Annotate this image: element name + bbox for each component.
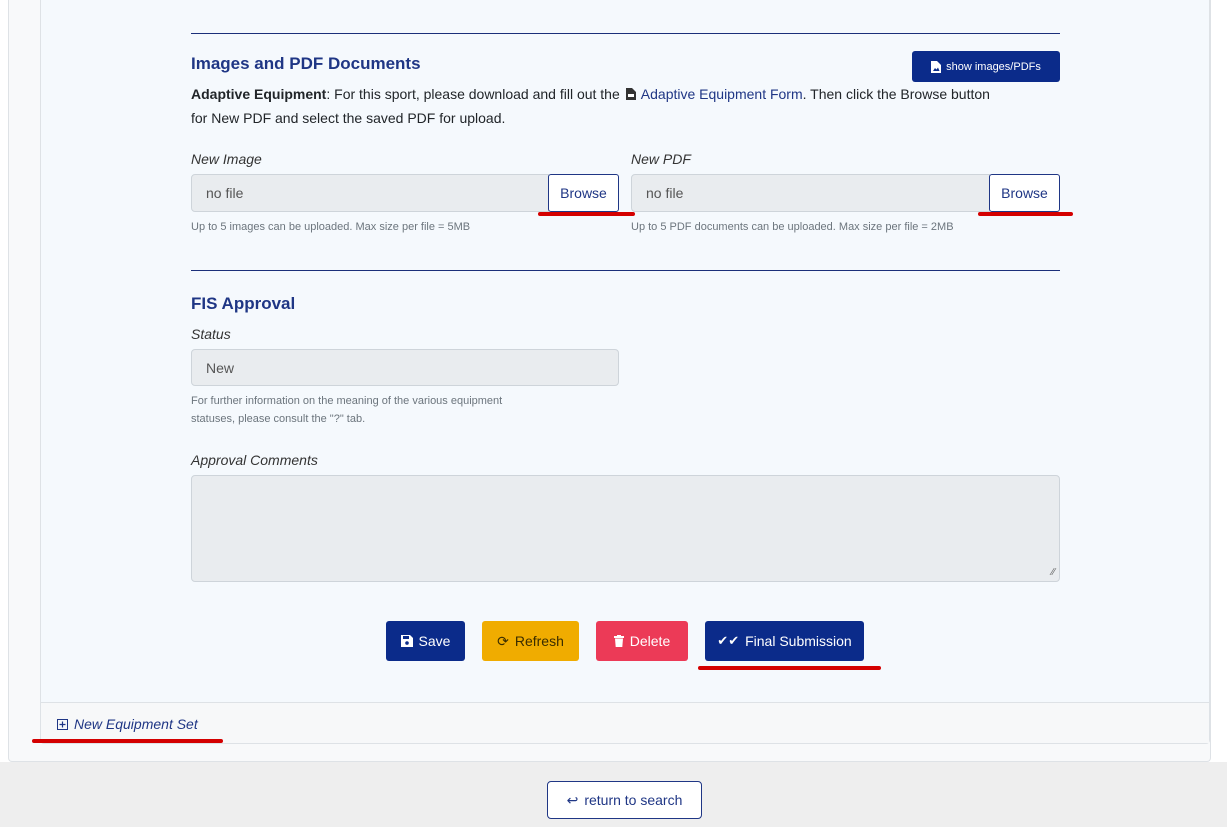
status-field: New	[191, 349, 619, 386]
images-section-title: Images and PDF Documents	[191, 54, 421, 73]
annotation-underline-final-submission	[698, 666, 881, 670]
card-footer	[41, 702, 1209, 743]
final-submission-label: Final Submission	[745, 633, 852, 649]
status-help-line-2: statuses, please consult the "?" tab.	[191, 413, 366, 425]
delete-button[interactable]: Delete	[596, 621, 688, 661]
approval-comments-label: Approval Comments	[191, 452, 318, 468]
new-pdf-browse-button[interactable]: Browse	[989, 174, 1060, 212]
trash-icon	[613, 635, 624, 647]
return-to-search-button[interactable]: ↩ return to search	[547, 781, 702, 819]
instructions-after-link: . Then click the Browse button	[802, 86, 990, 102]
new-image-value: no file	[206, 185, 244, 201]
double-check-icon: ✔✔	[717, 633, 740, 648]
refresh-icon: ⟳	[497, 632, 509, 649]
new-image-browse-button[interactable]: Browse	[548, 174, 619, 212]
pdf-file-icon	[625, 88, 636, 100]
refresh-button[interactable]: ⟳ Refresh	[482, 621, 579, 661]
instructions-line-2: for New PDF and select the saved PDF for…	[191, 110, 506, 126]
save-button[interactable]: Save	[386, 621, 465, 661]
floppy-disk-icon	[400, 635, 413, 647]
return-arrow-icon: ↩	[566, 791, 579, 808]
refresh-label: Refresh	[514, 633, 564, 649]
new-image-help: Up to 5 images can be uploaded. Max size…	[191, 221, 471, 233]
new-image-label: New Image	[191, 151, 262, 167]
instructions-before-link: : For this sport, please download and fi…	[326, 86, 620, 102]
status-label: Status	[191, 326, 231, 342]
return-to-search-label: return to search	[584, 792, 683, 808]
show-images-pdfs-button[interactable]: show images/PDFs	[912, 51, 1060, 82]
new-pdf-value: no file	[646, 185, 684, 201]
adaptive-equipment-form-link[interactable]: Adaptive Equipment Form	[641, 86, 803, 102]
approval-comments-textarea: ∕∕	[191, 475, 1060, 582]
file-image-icon	[931, 60, 942, 73]
status-help-line-1: For further information on the meaning o…	[191, 395, 503, 407]
new-image-file-input[interactable]: no file	[191, 174, 549, 212]
section-divider	[191, 33, 1060, 34]
new-pdf-help: Up to 5 PDF documents can be uploaded. M…	[631, 221, 954, 233]
show-images-pdfs-label: show images/PDFs	[946, 60, 1041, 73]
final-submission-button[interactable]: ✔✔ Final Submission	[705, 621, 864, 661]
annotation-underline-image-browse	[538, 212, 635, 216]
annotation-underline-pdf-browse	[978, 212, 1073, 216]
new-equipment-set-toggle[interactable]: New Equipment Set	[57, 716, 198, 732]
new-pdf-label: New PDF	[631, 151, 691, 167]
save-label: Save	[418, 633, 451, 649]
delete-label: Delete	[629, 633, 671, 649]
new-pdf-file-input[interactable]: no file	[631, 174, 990, 212]
resize-grip-icon: ∕∕	[1051, 567, 1055, 578]
section-divider	[191, 270, 1060, 271]
fis-approval-title: FIS Approval	[191, 294, 296, 313]
new-equipment-set-label: New Equipment Set	[74, 716, 198, 732]
adaptive-equipment-instructions: Adaptive Equipment: For this sport, plea…	[191, 83, 1071, 106]
annotation-underline-new-equipment-set	[32, 739, 223, 743]
adaptive-equipment-bold: Adaptive Equipment	[191, 86, 327, 102]
plus-square-icon	[57, 718, 68, 730]
status-value: New	[206, 359, 235, 376]
